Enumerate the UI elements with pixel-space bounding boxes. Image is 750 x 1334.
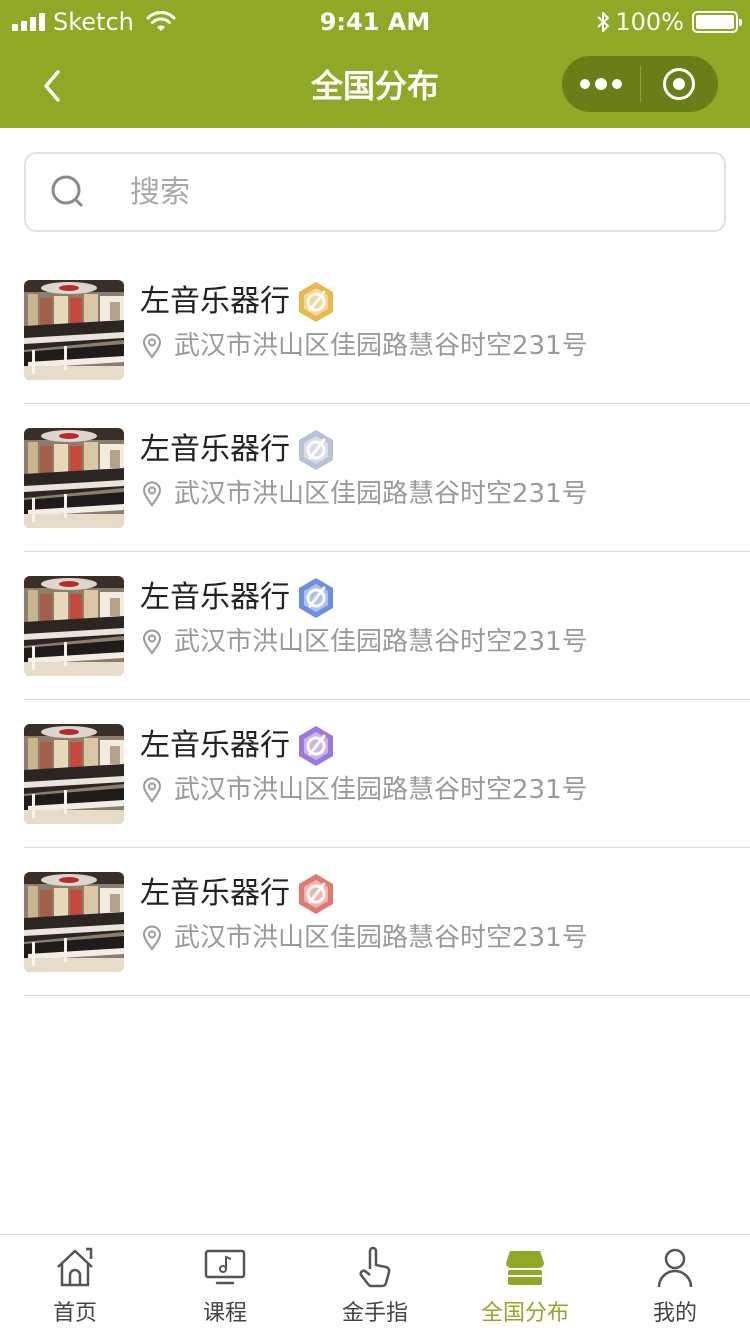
store-thumbnail: [24, 576, 124, 676]
status-right: 100%: [595, 8, 742, 36]
store-list-item[interactable]: 左音乐器行 武汉市洪山区佳园路慧谷时空231号: [24, 700, 750, 848]
back-button[interactable]: [24, 58, 80, 114]
tab-home[interactable]: 首页: [0, 1235, 150, 1334]
pointing-hand-icon: [359, 1246, 391, 1288]
purple-badge-icon: [299, 726, 333, 766]
red-badge-icon: [299, 874, 333, 914]
store-list-item[interactable]: 左音乐器行 武汉市洪山区佳园路慧谷时空231号: [24, 552, 750, 700]
user-icon: [657, 1248, 693, 1288]
gold-badge-icon: [299, 282, 333, 322]
store-address: 武汉市洪山区佳园路慧谷时空231号: [174, 923, 588, 953]
store-thumbnail: [24, 872, 124, 972]
store-thumbnail: [24, 724, 124, 824]
mini-program-capsule: [562, 56, 718, 112]
tab-pointing-hand[interactable]: 金手指: [300, 1235, 450, 1334]
store-name: 左音乐器行: [140, 580, 290, 615]
search-icon: [51, 175, 83, 207]
location-pin-icon: [142, 481, 162, 507]
search-bar[interactable]: [24, 152, 726, 232]
home-icon: [57, 1247, 93, 1287]
store-address: 武汉市洪山区佳园路慧谷时空231号: [174, 775, 588, 805]
more-button[interactable]: [562, 56, 640, 112]
course-monitor-icon: [204, 1249, 246, 1285]
store-address: 武汉市洪山区佳园路慧谷时空231号: [174, 627, 588, 657]
store-thumbnail: [24, 428, 124, 528]
store-address-row: 武汉市洪山区佳园路慧谷时空231号: [142, 922, 588, 954]
battery-percentage: 100%: [615, 8, 684, 36]
blue-badge-icon: [299, 578, 333, 618]
store-address: 武汉市洪山区佳园路慧谷时空231号: [174, 479, 588, 509]
bluetooth-icon: [597, 12, 610, 32]
status-bar: Sketch 9:41 AM 100%: [0, 0, 750, 44]
tab-bar: 首页 课程 金手指 全国分布 我的: [0, 1234, 750, 1334]
tab-label: 我的: [652, 1301, 697, 1326]
store-address-row: 武汉市洪山区佳园路慧谷时空231号: [142, 626, 588, 658]
more-dots-icon: [579, 77, 622, 90]
header: Sketch 9:41 AM 100% 全国分布: [0, 0, 750, 128]
store-name: 左音乐器行: [140, 876, 290, 911]
tab-store[interactable]: 全国分布: [450, 1235, 600, 1334]
store-name: 左音乐器行: [140, 284, 290, 319]
location-pin-icon: [142, 925, 162, 951]
store-name: 左音乐器行: [140, 432, 290, 467]
nav-bar: 全国分布: [0, 44, 750, 128]
chevron-left-icon: [44, 70, 60, 102]
search-input[interactable]: [130, 174, 690, 210]
store-name: 左音乐器行: [140, 728, 290, 763]
tab-label: 全国分布: [480, 1301, 569, 1326]
store-address-row: 武汉市洪山区佳园路慧谷时空231号: [142, 774, 588, 806]
store-list: 左音乐器行 武汉市洪山区佳园路慧谷时空231号 左音乐器行 武汉市洪山区佳园路慧…: [24, 256, 750, 996]
tab-user[interactable]: 我的: [600, 1235, 750, 1334]
target-circle-icon: [663, 68, 696, 100]
tab-label: 金手指: [341, 1301, 408, 1326]
location-pin-icon: [142, 777, 162, 803]
location-pin-icon: [142, 333, 162, 359]
store-address-row: 武汉市洪山区佳园路慧谷时空231号: [142, 330, 588, 362]
store-address: 武汉市洪山区佳园路慧谷时空231号: [174, 331, 588, 361]
silver-badge-icon: [299, 430, 333, 470]
tab-label: 课程: [202, 1301, 247, 1326]
tab-label: 首页: [52, 1301, 97, 1326]
store-thumbnail: [24, 280, 124, 380]
store-list-item[interactable]: 左音乐器行 武汉市洪山区佳园路慧谷时空231号: [24, 404, 750, 552]
store-address-row: 武汉市洪山区佳园路慧谷时空231号: [142, 478, 588, 510]
store-list-item[interactable]: 左音乐器行 武汉市洪山区佳园路慧谷时空231号: [24, 848, 750, 996]
close-mini-program-button[interactable]: [641, 56, 719, 112]
tab-course-monitor[interactable]: 课程: [150, 1235, 300, 1334]
store-icon: [506, 1251, 544, 1285]
store-list-item[interactable]: 左音乐器行 武汉市洪山区佳园路慧谷时空231号: [24, 256, 750, 404]
location-pin-icon: [142, 629, 162, 655]
battery-icon: [692, 11, 742, 33]
